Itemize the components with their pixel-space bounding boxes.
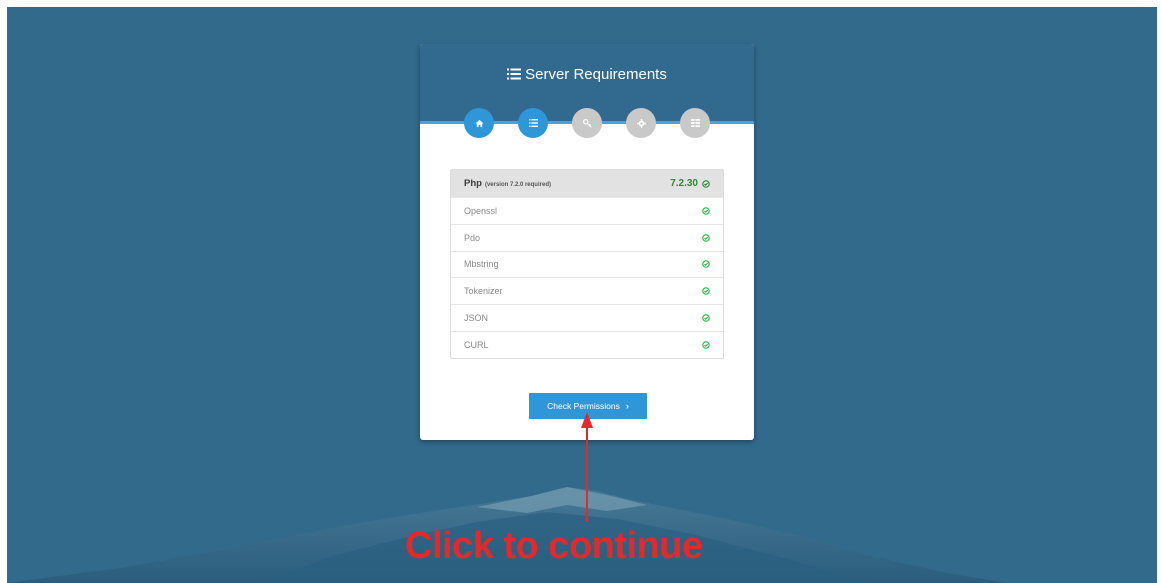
step-welcome[interactable]: [464, 108, 494, 138]
annotation-text: Click to continue: [405, 525, 703, 567]
gear-icon: [636, 118, 646, 128]
requirement-note: (version 7.2.0 required): [484, 182, 551, 188]
php-version: 7.2.30: [670, 178, 698, 189]
list-icon: [507, 68, 522, 80]
check-permissions-label: Check Permissions: [547, 401, 620, 411]
requirement-row: CURL: [451, 330, 723, 358]
installer-card: Server Requirements Php (version 7.2.0 r…: [420, 44, 754, 440]
requirement-name: Tokenizer: [464, 286, 503, 297]
key-icon: [582, 118, 592, 128]
requirement-name: Pdo: [464, 232, 481, 243]
check-circle-icon: [702, 287, 710, 296]
requirement-name: Mbstring: [464, 259, 499, 270]
home-icon: [474, 119, 484, 127]
step-permissions[interactable]: [572, 108, 602, 138]
requirement-row-php: Php (version 7.2.0 required) 7.2.30: [451, 170, 723, 197]
requirement-name: CURL: [464, 339, 489, 350]
chevron-right-icon: ›: [625, 401, 629, 411]
requirement-row: Mbstring: [451, 250, 723, 278]
requirements-table: Php (version 7.2.0 required) 7.2.30 Opens…: [450, 169, 724, 359]
step-environment[interactable]: [626, 108, 656, 138]
requirement-row: Pdo: [451, 223, 723, 251]
requirement-name: Openssl: [464, 205, 498, 216]
requirement-name: Php: [464, 178, 482, 189]
annotation-arrow: [581, 412, 593, 522]
server-icon: [690, 119, 700, 127]
check-circle-icon: [702, 207, 710, 215]
step-requirements[interactable]: [518, 108, 548, 138]
check-circle-icon: [702, 314, 710, 322]
installer-background: Server Requirements Php (version 7.2.0 r…: [7, 7, 1157, 583]
check-circle-icon: [702, 341, 710, 349]
page-title: Server Requirements: [420, 66, 754, 83]
check-circle-icon: [702, 179, 710, 188]
list-icon: [528, 119, 538, 127]
requirement-row: Tokenizer: [451, 277, 723, 304]
check-circle-icon: [702, 233, 710, 242]
step-final[interactable]: [680, 108, 710, 138]
check-circle-icon: [702, 260, 710, 269]
requirement-row: JSON: [451, 304, 723, 331]
page-title-text: Server Requirements: [525, 66, 667, 83]
requirement-row: Openssl: [451, 197, 723, 224]
requirement-name: JSON: [464, 313, 489, 324]
